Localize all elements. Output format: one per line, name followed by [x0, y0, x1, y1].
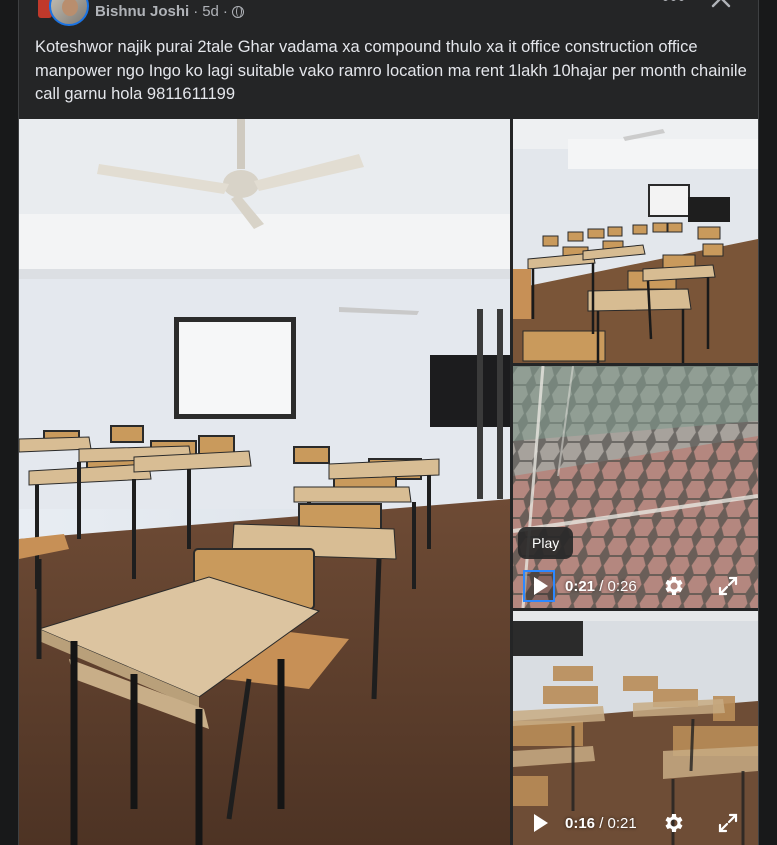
video-time-separator-2: /	[599, 814, 604, 832]
play-icon	[533, 814, 548, 832]
play-button[interactable]	[523, 570, 555, 602]
header-separator: ·	[193, 3, 199, 20]
classroom-back-image	[513, 119, 758, 363]
fullscreen-icon[interactable]	[717, 812, 739, 834]
video-total-time: 0:26	[607, 577, 637, 595]
post-card: Bishnu Joshi · 5d · ••• Koteshwor najik …	[18, 0, 759, 845]
video-classroom[interactable]: 0:16 / 0:21	[513, 611, 758, 845]
video-current-time-2: 0:16	[565, 814, 596, 832]
play-tooltip: Play	[518, 527, 574, 559]
author-name[interactable]: Bishnu Joshi	[95, 3, 189, 20]
video-time-2: 0:16 / 0:21	[565, 815, 637, 832]
header-separator-2: ·	[222, 3, 228, 20]
video-time-separator: /	[599, 577, 604, 595]
play-button-2[interactable]	[523, 807, 555, 839]
globe-icon[interactable]	[231, 5, 244, 18]
post-caption: Koteshwor najik purai 2tale Ghar vadama …	[35, 38, 747, 103]
more-icon[interactable]: •••	[662, 0, 686, 11]
play-icon	[533, 577, 548, 595]
video-paving[interactable]: Play 0:21 / 0:26	[513, 366, 758, 608]
photo-classroom-main[interactable]	[19, 119, 510, 845]
post-time[interactable]: 5d	[202, 3, 219, 20]
photo-classroom-back[interactable]	[513, 119, 758, 363]
gear-icon[interactable]	[661, 574, 685, 598]
classroom-image	[19, 119, 510, 845]
close-icon[interactable]	[709, 0, 733, 10]
fullscreen-icon[interactable]	[717, 575, 739, 597]
avatar[interactable]	[49, 0, 89, 26]
avatar-face	[62, 0, 78, 16]
gear-icon[interactable]	[661, 811, 685, 835]
post-header: Bishnu Joshi · 5d ·	[95, 3, 244, 20]
video-current-time: 0:21	[565, 577, 596, 595]
video-controls-2: 0:16 / 0:21	[513, 801, 758, 845]
video-controls: 0:21 / 0:26	[513, 564, 758, 608]
video-time: 0:21 / 0:26	[565, 578, 637, 595]
video-total-time-2: 0:21	[607, 814, 637, 832]
